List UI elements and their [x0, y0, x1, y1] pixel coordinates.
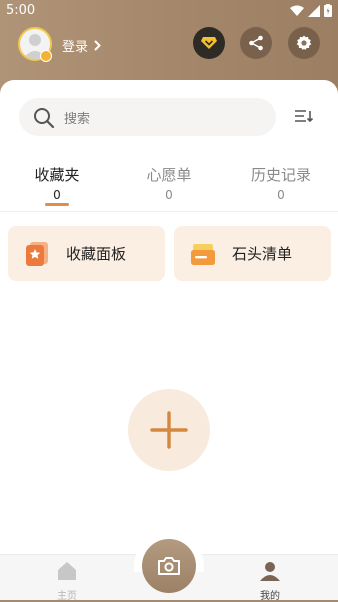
- search-input[interactable]: 搜索: [19, 98, 276, 136]
- person-icon: [260, 562, 280, 581]
- status-time: 5:00: [6, 3, 36, 18]
- tab-wishlist-count: 0: [165, 188, 173, 202]
- login-label: 登录: [62, 40, 89, 55]
- settings-button[interactable]: [288, 27, 320, 59]
- signal-icon: [308, 4, 320, 17]
- tab-favorites[interactable]: 收藏夹 0: [32, 164, 82, 206]
- search-icon: [34, 108, 55, 129]
- tabs-divider: [0, 211, 338, 212]
- profile-row: 登录: [0, 27, 338, 63]
- status-bar: 5:00: [0, 0, 338, 22]
- chevron-right-icon: [94, 40, 101, 51]
- wifi-icon: [290, 5, 304, 16]
- camera-icon: [158, 557, 180, 575]
- tab-history-label: 历史记录: [250, 166, 311, 184]
- tab-history[interactable]: 历史记录 0: [248, 164, 314, 202]
- tab-wishlist[interactable]: 心愿单 0: [144, 164, 194, 202]
- stone-list-tile[interactable]: 石头清单: [174, 226, 331, 281]
- tab-wishlist-label: 心愿单: [146, 166, 192, 184]
- camera-button[interactable]: [142, 539, 196, 593]
- login-button[interactable]: 登录: [62, 36, 101, 55]
- status-icons: [290, 4, 332, 17]
- bookmark-board-icon: [26, 241, 48, 266]
- tab-history-count: 0: [277, 188, 285, 202]
- vip-button[interactable]: [193, 27, 225, 59]
- home-icon: [58, 562, 76, 580]
- vip-badge-icon: [201, 37, 217, 49]
- tab-active-indicator: [45, 203, 69, 206]
- plus-icon: [150, 411, 188, 449]
- sort-icon[interactable]: [294, 108, 314, 124]
- favorites-board-label: 收藏面板: [66, 245, 127, 263]
- share-icon: [249, 35, 263, 51]
- nav-mine[interactable]: 我的: [240, 561, 300, 602]
- avatar-vip-badge: [40, 50, 52, 62]
- favorites-board-tile[interactable]: 收藏面板: [8, 226, 165, 281]
- search-placeholder: 搜索: [64, 112, 91, 127]
- stone-list-label: 石头清单: [232, 245, 293, 263]
- battery-icon: [324, 4, 332, 17]
- main-card: 搜索 收藏夹 0 心愿单 0 历史记录 0 收藏面板 石头清单: [0, 80, 338, 600]
- share-button[interactable]: [240, 27, 272, 59]
- tab-favorites-label: 收藏夹: [34, 166, 80, 184]
- add-button[interactable]: [128, 389, 210, 471]
- gear-icon: [296, 35, 312, 50]
- nav-home[interactable]: 主页: [37, 561, 97, 602]
- list-folder-icon: [191, 243, 215, 265]
- tab-favorites-count: 0: [53, 188, 61, 202]
